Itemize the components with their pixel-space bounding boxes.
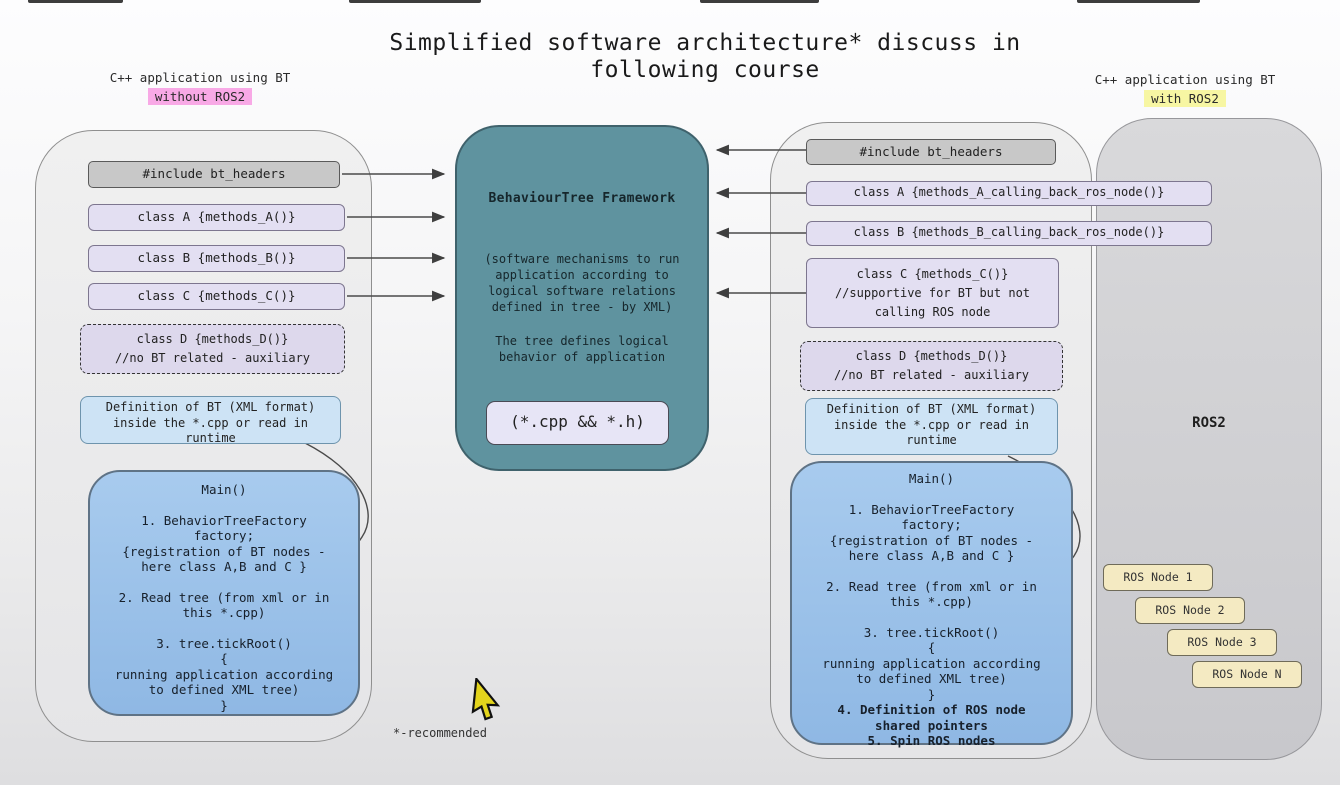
left-header-line1: C++ application using BT: [60, 68, 340, 87]
right-include-box: #include bt_headers: [806, 139, 1056, 165]
left-class-c-box: class C {methods_C()}: [88, 283, 345, 310]
architecture-diagram: Simplified software architecture* discus…: [0, 0, 1340, 785]
left-class-b-box: class B {methods_B()}: [88, 245, 345, 272]
right-main-ros-steps: 4. Definition of ROS node shared pointer…: [792, 702, 1071, 748]
right-main-box: Main() 1. BehaviorTreeFactory factory; {…: [790, 461, 1073, 745]
framework-description: (software mechanisms to run application …: [457, 251, 707, 315]
right-class-b-box: class B {methods_B_calling_back_ros_node…: [806, 221, 1212, 246]
left-main-box: Main() 1. BehaviorTreeFactory factory; {…: [88, 470, 360, 716]
behaviourtree-framework-box: BehaviourTree Framework (software mechan…: [455, 125, 709, 471]
right-bt-definition-box: Definition of BT (XML format) inside the…: [805, 398, 1058, 455]
left-include-box: #include bt_headers: [88, 161, 340, 188]
top-edge-artifact: [349, 0, 481, 3]
recommended-footnote: *-recommended: [393, 726, 487, 740]
page-title: Simplified software architecture* discus…: [300, 30, 1110, 84]
with-ros2-highlight: with ROS2: [1144, 90, 1226, 107]
left-bt-definition-box: Definition of BT (XML format) inside the…: [80, 396, 341, 444]
ros-node-2: ROS Node 2: [1135, 597, 1245, 624]
right-column-header: C++ application using BT with ROS2: [1045, 70, 1325, 108]
ros-node-n: ROS Node N: [1192, 661, 1302, 688]
right-header-line1: C++ application using BT: [1045, 70, 1325, 89]
right-class-c-box: class C {methods_C()} //supportive for B…: [806, 258, 1059, 328]
left-column-header: C++ application using BT without ROS2: [60, 68, 340, 106]
cpp-files-box: (*.cpp && *.h): [486, 401, 669, 445]
cursor-pointer: [466, 678, 506, 726]
ros-node-3: ROS Node 3: [1167, 629, 1277, 656]
right-main-text: Main() 1. BehaviorTreeFactory factory; {…: [792, 471, 1071, 702]
ros-node-1: ROS Node 1: [1103, 564, 1213, 591]
right-class-d-box: class D {methods_D()} //no BT related - …: [800, 341, 1063, 391]
left-class-d-box: class D {methods_D()} //no BT related - …: [80, 324, 345, 374]
framework-title: BehaviourTree Framework: [457, 191, 707, 206]
top-edge-artifact: [1077, 0, 1200, 3]
top-edge-artifact: [700, 0, 819, 3]
without-ros2-highlight: without ROS2: [148, 88, 252, 105]
left-class-a-box: class A {methods_A()}: [88, 204, 345, 231]
framework-description-2: The tree defines logical behavior of app…: [457, 333, 707, 365]
ros2-title: ROS2: [1097, 415, 1321, 431]
top-edge-artifact: [28, 0, 123, 3]
right-class-a-box: class A {methods_A_calling_back_ros_node…: [806, 181, 1212, 206]
